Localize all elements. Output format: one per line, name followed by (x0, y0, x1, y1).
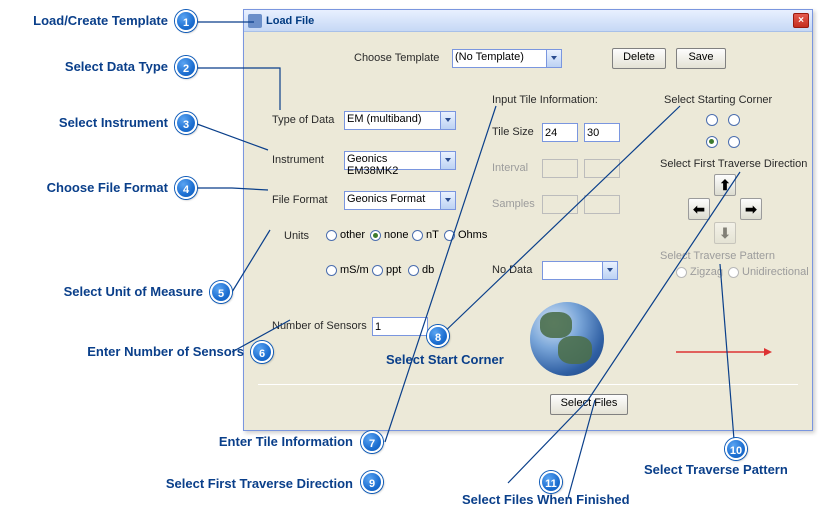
arrow-right-icon: ➡ (745, 202, 757, 216)
starting-corner-grid[interactable] (706, 114, 744, 152)
unit-other-radio[interactable]: other (326, 229, 365, 241)
type-of-data-select[interactable]: EM (multiband) (344, 111, 456, 130)
corner-top-left[interactable] (706, 114, 718, 126)
interval-x-input (542, 159, 578, 178)
badge-11: 11 (540, 471, 562, 493)
load-file-dialog: Load File × Choose Template (No Template… (243, 9, 813, 431)
file-format-select[interactable]: Geonics Format (344, 191, 456, 210)
type-of-data-selected: EM (multiband) (347, 113, 422, 125)
callout-text-1: Load/Create Template (33, 13, 168, 28)
badge-3: 3 (175, 112, 197, 134)
instrument-select[interactable]: Geonics EM38MK2 (344, 151, 456, 170)
sensors-input[interactable] (372, 317, 428, 336)
badge-6: 6 (251, 341, 273, 363)
tile-heading: Input Tile Information: (492, 94, 598, 106)
window-title: Load File (266, 15, 314, 27)
template-select[interactable]: (No Template) (452, 49, 562, 68)
callout-text-7: Enter Tile Information (219, 434, 353, 449)
globe-image (530, 302, 604, 376)
unit-nt-radio[interactable]: nT (412, 229, 439, 241)
tile-size-x-input[interactable] (542, 123, 578, 142)
instrument-selected: Geonics EM38MK2 (347, 153, 398, 177)
callout-text-4: Choose File Format (47, 180, 168, 195)
interval-y-input (584, 159, 620, 178)
callout-text-10: Select Traverse Pattern (644, 462, 788, 477)
corner-bottom-right[interactable] (728, 136, 740, 148)
callout-text-8: Select Start Corner (386, 352, 504, 367)
app-icon (248, 14, 262, 28)
arrow-down-icon: ⬇ (719, 226, 731, 240)
units-label: Units (284, 230, 309, 242)
red-arrow-icon (674, 342, 774, 362)
interval-label: Interval (492, 162, 528, 174)
badge-4: 4 (175, 177, 197, 199)
zigzag-radio: Zigzag (676, 266, 723, 278)
choose-template-label: Choose Template (354, 52, 439, 64)
file-format-label: File Format (272, 194, 328, 206)
type-of-data-label: Type of Data (272, 114, 334, 126)
arrow-up-icon: ⬆ (719, 178, 731, 192)
nodata-label: No Data (492, 264, 532, 276)
dialog-body: Choose Template (No Template) Delete Sav… (244, 32, 812, 430)
traverse-direction-label: Select First Traverse Direction (660, 158, 807, 170)
sensors-label: Number of Sensors (272, 320, 367, 332)
unit-db-radio[interactable]: db (408, 264, 434, 276)
unit-ohms-radio[interactable]: Ohms (444, 229, 487, 241)
samples-label: Samples (492, 198, 535, 210)
badge-1: 1 (175, 10, 197, 32)
save-button[interactable]: Save (676, 48, 726, 69)
arrow-right-button[interactable]: ➡ (740, 198, 762, 220)
badge-8: 8 (427, 325, 449, 347)
callout-text-5: Select Unit of Measure (64, 284, 203, 299)
delete-button[interactable]: Delete (612, 48, 666, 69)
traverse-pattern-label: Select Traverse Pattern (660, 250, 775, 262)
unit-msm-radio[interactable]: mS/m (326, 264, 369, 276)
badge-9: 9 (361, 471, 383, 493)
arrow-down-button: ⬇ (714, 222, 736, 244)
callout-text-3: Select Instrument (59, 115, 168, 130)
starting-corner-label: Select Starting Corner (664, 94, 772, 106)
arrow-left-icon: ⬅ (693, 202, 705, 216)
select-files-button[interactable]: Select Files (550, 394, 628, 415)
divider (258, 384, 798, 385)
badge-7: 7 (361, 431, 383, 453)
badge-5: 5 (210, 281, 232, 303)
unit-ppt-radio[interactable]: ppt (372, 264, 401, 276)
badge-2: 2 (175, 56, 197, 78)
tile-size-label: Tile Size (492, 126, 534, 138)
nodata-select[interactable] (542, 261, 618, 280)
close-button[interactable]: × (793, 13, 809, 28)
template-selected: (No Template) (455, 51, 524, 63)
unidirectional-radio: Unidirectional (728, 266, 809, 278)
corner-top-right[interactable] (728, 114, 740, 126)
callout-text-6: Enter Number of Sensors (87, 344, 244, 359)
unit-none-radio[interactable]: none (370, 229, 408, 241)
samples-y-input (584, 195, 620, 214)
tile-size-y-input[interactable] (584, 123, 620, 142)
samples-x-input (542, 195, 578, 214)
arrow-left-button[interactable]: ⬅ (688, 198, 710, 220)
file-format-selected: Geonics Format (347, 193, 425, 205)
corner-bottom-left[interactable] (706, 136, 718, 148)
callout-text-2: Select Data Type (65, 59, 168, 74)
callout-text-9: Select First Traverse Direction (166, 476, 353, 491)
titlebar: Load File × (244, 10, 812, 32)
instrument-label: Instrument (272, 154, 324, 166)
callout-text-11: Select Files When Finished (462, 492, 630, 507)
badge-10: 10 (725, 438, 747, 460)
arrow-up-button[interactable]: ⬆ (714, 174, 736, 196)
